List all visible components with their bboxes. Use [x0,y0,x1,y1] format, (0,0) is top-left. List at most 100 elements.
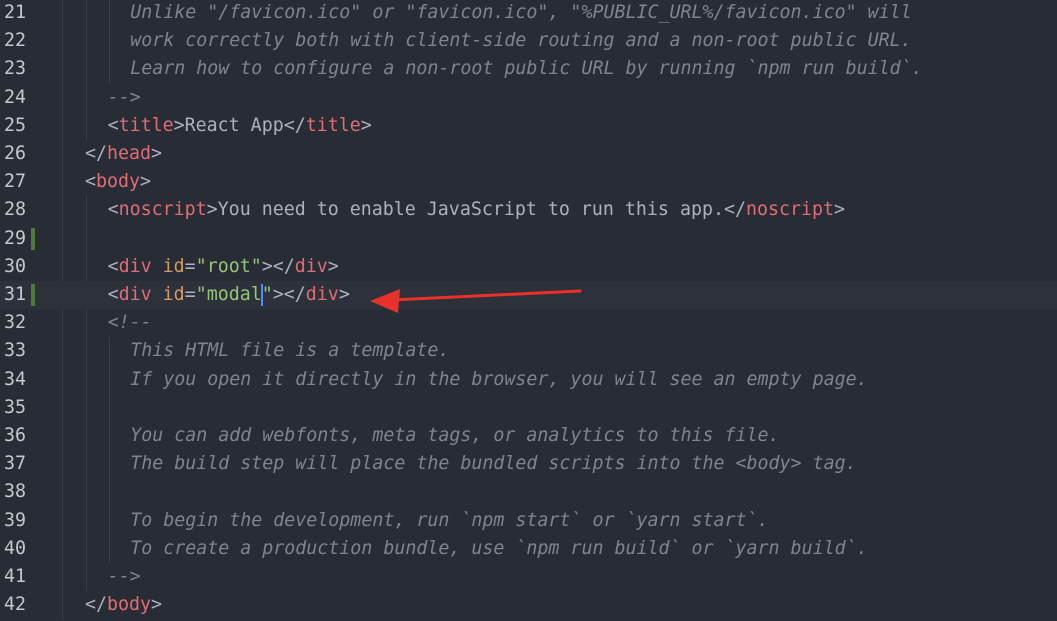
code-token: To create a production bundle, use `npm … [130,537,868,559]
code-token: noscript [118,199,207,221]
code-editor[interactable]: 21 Unlike "/favicon.ico" or "favicon.ico"… [0,0,1057,621]
code-line[interactable]: 27 <body> [0,168,1057,196]
line-number: 23 [3,58,26,80]
code-line[interactable]: 34 If you open it directly in the browser… [0,366,1057,394]
code-token: --> [107,566,141,587]
line-number: 25 [3,114,26,136]
line-number: 38 [3,481,26,503]
code-line[interactable]: 30 <div id="root"></div> [0,253,1057,281]
code-line[interactable]: 32 <!-- [0,309,1057,337]
code-line[interactable]: 28 <noscript>You need to enable JavaScrip… [0,196,1057,224]
code-token: body [107,594,152,616]
code-line[interactable]: 37 The build step will place the bundled … [0,450,1057,478]
code-token: title [305,114,361,136]
code-token: div [118,284,152,305]
code-line[interactable]: 33 This HTML file is a template. [0,337,1057,365]
code-text[interactable]: <!-- [108,309,152,337]
code-token: You can add webfonts, meta tags, or anal… [130,425,780,446]
code-token: title [118,114,174,136]
code-token: = [184,255,196,277]
code-line[interactable]: 25 <title>React App</title> [0,112,1057,140]
code-token: div [294,255,328,277]
line-number: 24 [3,86,26,108]
code-token: >React App</ [173,114,306,136]
code-text[interactable]: To begin the development, run `npm start… [130,507,768,535]
line-number: 22 [3,30,26,52]
code-line[interactable]: 36 You can add webfonts, meta tags, or an… [0,422,1057,450]
line-number: 39 [3,509,26,531]
code-token: > [151,594,163,616]
code-token: > [360,114,372,136]
code-token: > [140,171,152,193]
code-token: < [107,199,119,221]
code-text[interactable]: To create a production bundle, use `npm … [130,535,867,563]
code-token: If you open it directly in the browser, … [130,368,868,390]
code-line[interactable]: 21 Unlike "/favicon.ico" or "favicon.ico"… [0,0,1057,27]
code-text[interactable]: </body> [85,591,162,619]
code-line[interactable]: 26 </head> [0,140,1057,168]
code-token: < [85,171,97,193]
line-number: 41 [3,566,26,587]
code-text[interactable]: <body> [85,168,151,196]
code-line[interactable]: 35 [0,394,1057,422]
code-line[interactable]: 39 To begin the development, run `npm sta… [0,507,1057,535]
code-token: body [96,171,141,193]
line-number: 27 [3,171,26,193]
line-number: 21 [3,2,26,23]
code-text[interactable]: <div id="root"></div> [108,253,339,281]
code-line[interactable]: 41 --> [0,563,1057,591]
code-token: noscript [745,199,835,221]
code-token: ></ [272,284,306,305]
code-token: < [107,284,119,305]
code-token: div [305,284,339,305]
code-text[interactable]: <div id="modal"></div> [108,281,350,309]
code-token: id [162,255,185,277]
code-token: = [184,284,196,305]
line-number: 26 [3,143,26,164]
code-token: To begin the development, run `npm start… [130,509,769,531]
code-token: > [151,143,163,164]
code-text[interactable]: Unlike "/favicon.ico" or "favicon.ico", … [130,0,911,27]
line-number: 28 [3,199,26,221]
code-token: "root" [195,255,262,277]
code-token: work correctly both with client-side rou… [130,30,912,52]
code-token: </ [85,143,108,164]
code-line[interactable]: 29 [0,225,1057,253]
code-token: div [118,255,152,277]
code-text[interactable]: --> [108,563,141,591]
code-line[interactable]: 31 <div id="modal"></div> [0,281,1057,309]
line-number: 29 [3,227,26,249]
code-line[interactable]: 24 --> [0,84,1057,112]
code-text[interactable]: <noscript>You need to enable JavaScript … [108,196,845,224]
code-token: > [338,284,350,305]
code-token: <!-- [107,312,152,334]
code-token: >You need to enable JavaScript to run th… [206,199,746,221]
line-number: 34 [3,368,26,390]
code-token: > [834,199,846,221]
line-number: 32 [3,312,26,334]
code-text[interactable]: This HTML file is a template. [130,337,449,365]
code-line[interactable]: 40 To create a production bundle, use `np… [0,535,1057,563]
code-token: head [107,143,152,164]
code-line[interactable]: 23 Learn how to configure a non-root publ… [0,55,1057,83]
line-number: 30 [3,255,26,277]
code-text[interactable]: The build step will place the bundled sc… [130,450,856,478]
line-number: 40 [3,537,26,559]
code-text[interactable]: work correctly both with client-side rou… [130,27,911,55]
code-text[interactable]: You can add webfonts, meta tags, or anal… [130,422,779,450]
line-number: 42 [3,594,26,616]
code-token: ></ [261,255,295,277]
code-text[interactable]: Learn how to configure a non-root public… [130,55,922,83]
code-text[interactable]: --> [108,84,141,112]
code-text[interactable]: </head> [85,140,162,168]
code-text[interactable]: If you open it directly in the browser, … [130,366,867,394]
line-number: 31 [3,284,26,305]
code-token: Unlike "/favicon.ico" or "favicon.ico", … [130,2,912,23]
code-token: --> [107,86,141,108]
code-line[interactable]: 38 [0,478,1057,506]
code-line[interactable]: 42 </body> [0,591,1057,619]
code-line[interactable]: 22 work correctly both with client-side r… [0,27,1057,55]
line-number: 36 [3,425,26,446]
code-text[interactable]: <title>React App</title> [108,112,372,140]
